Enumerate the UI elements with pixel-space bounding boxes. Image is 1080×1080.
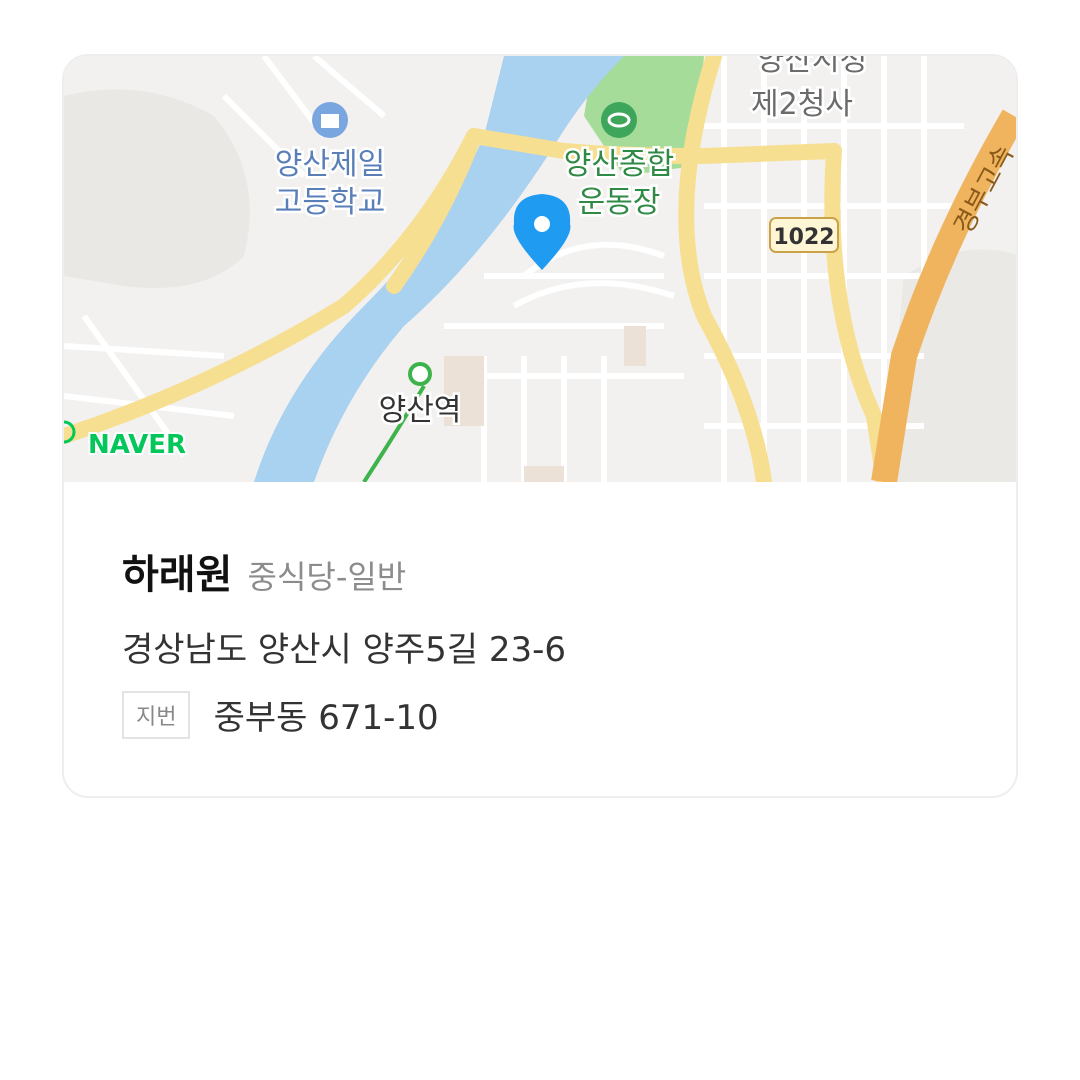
road-number-label: 1022 — [773, 225, 834, 250]
stadium-icon[interactable] — [601, 102, 637, 138]
road-address: 경상남도 양산시 양주5길 23-6 — [122, 630, 567, 670]
place-info: 하래원 중식당-일반 경상남도 양산시 양주5길 23-6 지번 중부동 671… — [64, 482, 1016, 796]
jibun-row: 지번 중부동 671-10 — [122, 690, 439, 739]
jibun-address: 중부동 671-10 — [213, 698, 439, 738]
place-card[interactable]: 양산제일 고등학교 양산종합 운동장 양산시청 제2청사 양산역 1022 경부… — [62, 54, 1018, 798]
naver-logo[interactable]: NAVER — [86, 428, 188, 462]
school-label-line1[interactable]: 양산제일 — [272, 145, 387, 185]
cityhall-label-line2[interactable]: 제2청사 — [749, 85, 856, 125]
map-canvas[interactable]: 양산제일 고등학교 양산종합 운동장 양산시청 제2청사 양산역 1022 경부… — [64, 56, 1018, 482]
station-icon[interactable] — [408, 362, 432, 386]
place-category: 중식당-일반 — [247, 558, 407, 596]
stadium-label-line2[interactable]: 운동장 — [575, 183, 663, 223]
jibun-badge: 지번 — [122, 690, 191, 739]
place-name[interactable]: 하래원 — [122, 552, 232, 598]
station-label[interactable]: 양산역 — [376, 391, 464, 431]
cityhall-label-line1[interactable]: 양산시청 — [754, 56, 869, 81]
school-label-line2[interactable]: 고등학교 — [272, 183, 387, 223]
stadium-label-line1[interactable]: 양산종합 — [561, 145, 676, 185]
map-view[interactable]: 양산제일 고등학교 양산종합 운동장 양산시청 제2청사 양산역 1022 경부… — [64, 56, 1018, 482]
title-row: 하래원 중식당-일반 — [122, 542, 406, 600]
